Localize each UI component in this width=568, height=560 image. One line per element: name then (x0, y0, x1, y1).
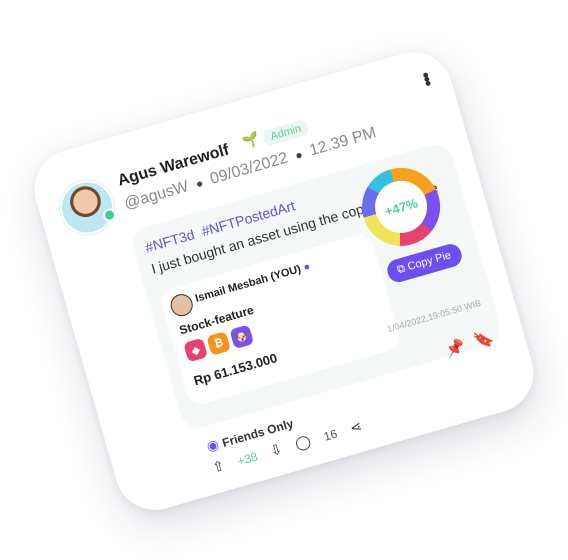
pie-change: +47% (368, 174, 434, 240)
asset-timestamp: 1/04/2022,19:05:50 WIB (385, 297, 483, 335)
post-time: 12.39 PM (307, 124, 379, 160)
separator-dot: ● (194, 175, 205, 192)
post-card: Agus Warewolf 🌱 Admin @agusW ● 09/03/2022 ●… (25, 42, 543, 520)
role-badge: Admin (261, 118, 310, 147)
shiba-icon: 🐶 (229, 324, 255, 350)
more-icon[interactable]: ••• (414, 69, 438, 87)
upvote-icon[interactable]: ⇧ (211, 457, 227, 477)
copy-pie-button[interactable]: ⧉ Copy Pie (384, 241, 464, 285)
comment-icon[interactable]: ◯ (293, 432, 313, 453)
ethereum-icon: ◆ (183, 337, 208, 363)
owner-name: Ismail Mesbah (YOU) ● (193, 260, 312, 305)
sprout-icon: 🌱 (239, 129, 262, 150)
bitcoin-icon: ₿ (206, 331, 232, 356)
comment-count: 16 (321, 426, 339, 444)
owner-avatar (168, 291, 196, 319)
share-icon[interactable]: ⋖ (348, 418, 364, 438)
upvote-count: +38 (235, 448, 260, 468)
verified-icon: ● (302, 260, 312, 274)
separator-dot: ● (293, 147, 305, 163)
downvote-icon[interactable]: ⇩ (268, 440, 284, 460)
eye-icon: ◉ (204, 435, 221, 455)
